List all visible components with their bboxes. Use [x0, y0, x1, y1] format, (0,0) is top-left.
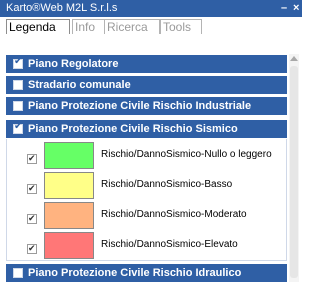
sismico-legend-list: Rischio/DannoSismico-Nullo o leggero Ris… — [6, 139, 287, 261]
scroll-thumb[interactable] — [290, 66, 298, 278]
window-titlebar: Karto®Web M2L S.r.l.s – × — [0, 0, 302, 17]
window-title: Karto®Web M2L S.r.l.s — [6, 2, 118, 14]
legend-item: Rischio/DannoSismico-Moderato — [7, 200, 288, 230]
layer-checkbox[interactable] — [13, 55, 23, 69]
close-icon[interactable]: × — [293, 1, 299, 15]
tab-info[interactable]: Info — [72, 19, 106, 34]
legend-item-label: Rischio/DannoSismico-Moderato — [101, 209, 247, 220]
tab-ricerca[interactable]: Ricerca — [104, 19, 160, 34]
legend-swatch — [44, 172, 94, 199]
layer-label: Piano Regolatore — [28, 58, 119, 70]
legend-item-label: Rischio/DannoSismico-Nullo o leggero — [101, 149, 272, 160]
layer-row-stradario-comunale[interactable]: Stradario comunale — [6, 76, 287, 94]
legend-item-checkbox[interactable] — [27, 151, 37, 165]
legend-item: Rischio/DannoSismico-Nullo o leggero — [7, 140, 288, 170]
layer-label: Piano Protezione Civile Rischio Industri… — [28, 100, 252, 112]
vertical-scrollbar[interactable] — [289, 54, 299, 282]
layer-label: Stradario comunale — [28, 79, 131, 91]
layer-row-piano-regolatore[interactable]: Piano Regolatore — [6, 55, 287, 73]
tab-tools[interactable]: Tools — [160, 19, 202, 34]
layer-label: Piano Protezione Civile Rischio Sismico — [28, 123, 238, 135]
layer-checkbox[interactable] — [13, 101, 23, 111]
legend-item-label: Rischio/DannoSismico-Basso — [101, 179, 233, 190]
minimize-icon[interactable]: – — [281, 1, 287, 15]
legend-item: Rischio/DannoSismico-Basso — [7, 170, 288, 200]
layer-row-rischio-sismico[interactable]: Piano Protezione Civile Rischio Sismico — [6, 120, 287, 138]
legend-swatch — [44, 202, 94, 229]
legend-item-checkbox[interactable] — [27, 241, 37, 255]
legend-swatch — [44, 142, 94, 169]
tab-legenda[interactable]: Legenda — [6, 19, 70, 34]
legend-item-checkbox[interactable] — [27, 181, 37, 195]
scroll-up-icon[interactable] — [290, 56, 298, 61]
legend-item: Rischio/DannoSismico-Elevato — [7, 230, 288, 260]
legend-item-label: Rischio/DannoSismico-Elevato — [101, 239, 238, 250]
layer-checkbox[interactable] — [13, 268, 23, 278]
layer-checkbox[interactable] — [13, 80, 23, 90]
legend-swatch — [44, 232, 94, 259]
tab-bar: Legenda Info Ricerca Tools — [0, 17, 302, 35]
layer-label: Piano Protezione Civile Rischio Idraulic… — [28, 267, 242, 279]
legend-item-checkbox[interactable] — [27, 211, 37, 225]
layer-row-rischio-industriale[interactable]: Piano Protezione Civile Rischio Industri… — [6, 97, 287, 115]
layer-checkbox[interactable] — [13, 120, 23, 134]
layer-row-rischio-idraulico[interactable]: Piano Protezione Civile Rischio Idraulic… — [6, 264, 287, 282]
